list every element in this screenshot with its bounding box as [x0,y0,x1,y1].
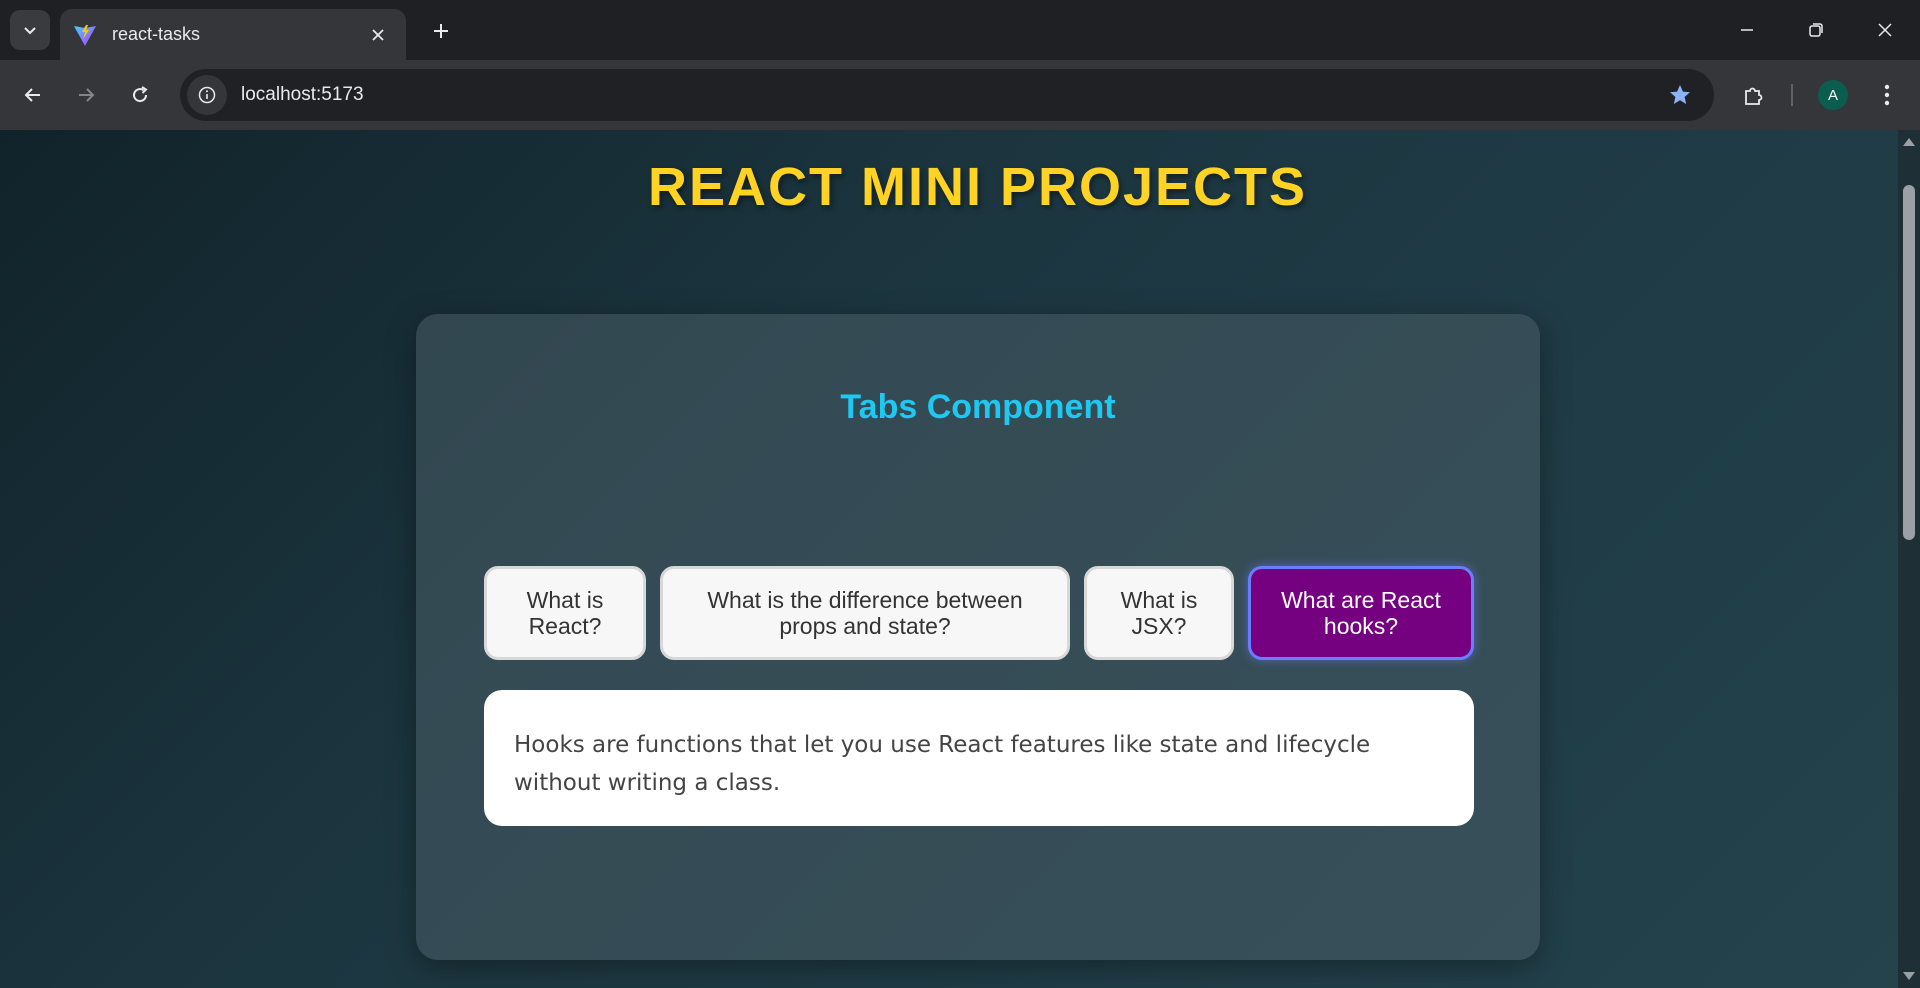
site-info-icon[interactable] [187,75,227,115]
browser-menu-button[interactable] [1866,74,1908,116]
tab-content-panel: Hooks are functions that let you use Rea… [484,690,1474,826]
url-text: localhost:5173 [241,84,364,105]
scrollbar-thumb[interactable] [1903,185,1915,540]
close-window-button[interactable] [1862,8,1908,52]
browser-toolbar: localhost:5173 A [0,60,1920,130]
toolbar-divider [1791,84,1793,106]
tab-search-button[interactable] [10,10,50,50]
back-button[interactable] [12,74,54,116]
tab-content-text: Hooks are functions that let you use Rea… [514,732,1371,796]
chevron-down-icon [24,27,36,35]
tab-title: react-tasks [112,24,201,44]
tab-what-is-react[interactable]: What is React? [484,566,646,660]
avatar: A [1818,80,1848,110]
reload-icon [133,86,148,103]
close-icon [1878,23,1892,37]
restore-icon [1809,23,1823,37]
forward-button[interactable] [65,74,107,116]
restore-button[interactable] [1793,8,1839,52]
new-tab-button[interactable] [424,14,458,48]
page-scrollbar[interactable] [1898,130,1920,988]
tab-react-hooks[interactable]: What are React hooks? [1248,566,1474,660]
plus-icon [434,24,448,38]
page-title: REACT MINI PROJECTS [647,157,1308,217]
arrow-right-icon [79,88,95,102]
address-bar[interactable]: localhost:5173 [180,69,1714,121]
tab-props-vs-state[interactable]: What is the difference between props and… [660,566,1070,660]
minimize-icon [1741,29,1753,31]
minimize-button[interactable] [1724,8,1770,52]
tab-what-is-jsx[interactable]: What is JSX? [1084,566,1234,660]
more-vertical-icon [1884,84,1890,106]
arrow-left-icon [24,88,40,102]
close-tab-icon[interactable] [364,21,392,49]
profile-button[interactable]: A [1812,74,1854,116]
vite-logo-icon [72,22,98,48]
reload-button[interactable] [119,74,161,116]
extensions-button[interactable] [1733,74,1775,116]
page-viewport: REACT MINI PROJECTS Tabs Component What … [0,130,1898,988]
bookmark-star-icon[interactable] [1660,75,1700,115]
browser-tab-active[interactable]: react-tasks [60,9,406,60]
scroll-up-arrow-icon[interactable] [1903,138,1915,146]
card-title: Tabs Component [840,388,1116,426]
scroll-down-arrow-icon[interactable] [1903,972,1915,980]
puzzle-icon [1745,87,1763,105]
browser-tabstrip: react-tasks [0,0,1920,60]
tabs-component-card: Tabs Component What is React? What is th… [416,314,1540,960]
